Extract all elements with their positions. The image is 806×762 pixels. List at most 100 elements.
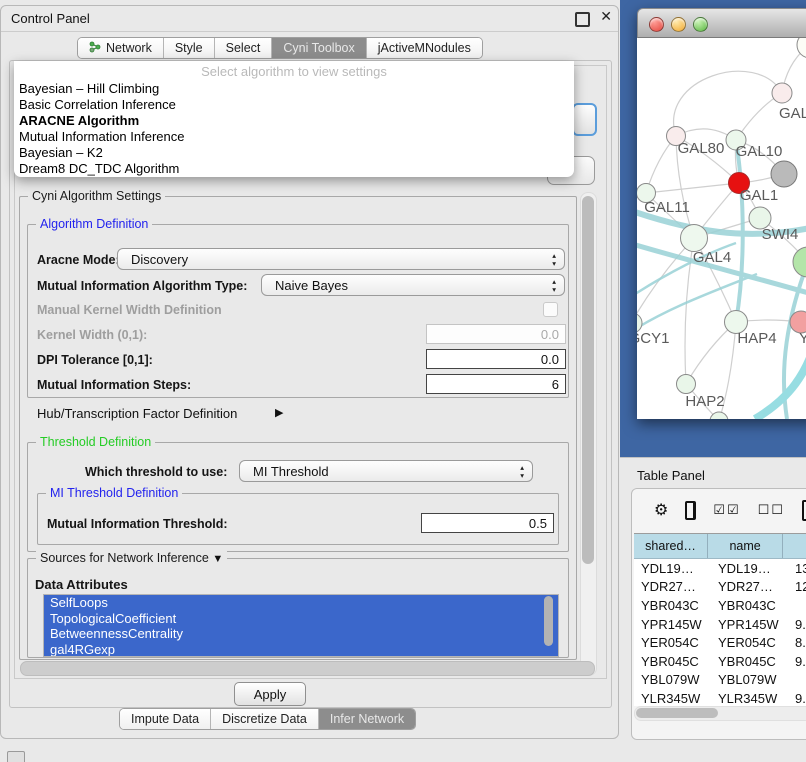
- table-cell[interactable]: YER054C: [711, 635, 789, 650]
- tab-discretize-data[interactable]: Discretize Data: [211, 709, 319, 729]
- table-hscrollbar-thumb[interactable]: [636, 708, 718, 718]
- table-cell[interactable]: YBR043C: [634, 598, 711, 613]
- minimized-panel-icon[interactable]: [7, 751, 25, 762]
- dpi-tolerance-field[interactable]: [426, 349, 566, 369]
- attribute-list-item[interactable]: BetweennessCentrality: [44, 626, 558, 642]
- manual-kernel-width-checkbox[interactable]: [543, 302, 558, 317]
- tab-impute-data[interactable]: Impute Data: [120, 709, 211, 729]
- close-traffic-light[interactable]: [649, 17, 664, 32]
- table-cell[interactable]: YLR345W: [711, 691, 789, 706]
- network-node[interactable]: [772, 83, 792, 103]
- tab-network[interactable]: Network: [78, 38, 164, 58]
- group-title: Threshold Definition: [36, 435, 155, 449]
- table-row[interactable]: YBR043CYBR043C: [634, 596, 806, 615]
- table-cell[interactable]: YLR345W: [634, 691, 711, 706]
- data-attributes-label: Data Attributes: [35, 577, 128, 592]
- network-node[interactable]: [710, 412, 728, 419]
- attribute-list-scrollbar-thumb[interactable]: [544, 596, 553, 646]
- column-header[interactable]: [783, 534, 806, 558]
- attribute-list-item[interactable]: gal4RGexp: [44, 642, 558, 658]
- zoom-traffic-light[interactable]: [693, 17, 708, 32]
- mi-steps-field[interactable]: [426, 374, 566, 394]
- algorithm-list: Bayesian – Hill ClimbingBasic Correlatio…: [18, 81, 570, 177]
- table-cell[interactable]: YDL19…: [711, 561, 789, 576]
- collapse-arrow-icon[interactable]: ▼: [212, 553, 223, 565]
- network-window-titlebar[interactable]: [637, 8, 806, 38]
- column-header[interactable]: name: [708, 534, 783, 558]
- group-title: Sources for Network Inference ▼: [36, 551, 227, 565]
- table-cell[interactable]: 9.: [789, 617, 806, 632]
- minimize-traffic-light[interactable]: [671, 17, 686, 32]
- tab-label: Style: [175, 41, 203, 55]
- table-row[interactable]: YDL19…YDL19…13: [634, 559, 806, 578]
- table-row[interactable]: YPR145WYPR145W9.: [634, 615, 806, 634]
- tab-cyni-toolbox[interactable]: Cyni Toolbox: [272, 38, 366, 58]
- document-icon[interactable]: [802, 500, 806, 521]
- table-cell[interactable]: YDR27…: [711, 579, 789, 594]
- apply-button-label: Apply: [254, 687, 287, 702]
- network-node[interactable]: [771, 161, 797, 187]
- table-row[interactable]: YDR27…YDR27…12: [634, 578, 806, 597]
- table-cell[interactable]: 9.: [789, 654, 806, 669]
- hub-definition-label[interactable]: Hub/Transcription Factor Definition: [37, 406, 237, 421]
- table-row[interactable]: YLR345WYLR345W9.: [634, 689, 806, 706]
- table-cell[interactable]: 12: [789, 579, 806, 594]
- network-node[interactable]: [681, 225, 708, 252]
- split-columns-icon[interactable]: [685, 501, 696, 520]
- algorithm-option[interactable]: Dream8 DC_TDC Algorithm: [18, 161, 570, 177]
- table-cell[interactable]: YER054C: [634, 635, 711, 650]
- close-icon[interactable]: ✕: [600, 8, 612, 25]
- table-cell[interactable]: 13: [789, 561, 806, 576]
- node-label: Y: [799, 330, 806, 347]
- attribute-list-item[interactable]: SelfLoops: [44, 595, 558, 611]
- table-cell[interactable]: YDR27…: [634, 579, 711, 594]
- tab-select[interactable]: Select: [215, 38, 273, 58]
- mi-threshold-field[interactable]: [421, 513, 554, 533]
- algorithm-combo-button[interactable]: [572, 103, 597, 136]
- table-cell[interactable]: YBR045C: [711, 654, 789, 669]
- table-cell[interactable]: YPR145W: [634, 617, 711, 632]
- table-cell[interactable]: 9.: [789, 691, 806, 706]
- mi-algorithm-type-combo[interactable]: Naive Bayes ▴▾: [261, 274, 565, 296]
- float-window-icon[interactable]: [575, 12, 590, 27]
- algorithm-option[interactable]: Bayesian – K2: [18, 145, 570, 161]
- table-cell[interactable]: YPR145W: [711, 617, 789, 632]
- group-title: Algorithm Definition: [36, 217, 152, 231]
- tab-jactivemnodules[interactable]: jActiveMNodules: [367, 38, 482, 58]
- table-cell[interactable]: YBL079W: [711, 672, 789, 687]
- network-node[interactable]: [793, 247, 806, 277]
- attribute-list-item[interactable]: TopologicalCoefficient: [44, 611, 558, 627]
- gear-icon[interactable]: ⚙: [654, 500, 668, 520]
- table-cell[interactable]: YBR043C: [711, 598, 789, 613]
- table-cell[interactable]: YBR045C: [634, 654, 711, 669]
- kernel-width-field[interactable]: [426, 324, 566, 344]
- network-node[interactable]: [677, 375, 696, 394]
- control-panel-tabs: Network Style Select Cyni Toolbox jActiv…: [77, 37, 483, 59]
- algorithm-option[interactable]: Basic Correlation Inference: [18, 97, 570, 113]
- algorithm-option[interactable]: Bayesian – Hill Climbing: [18, 81, 570, 97]
- vertical-scrollbar-thumb[interactable]: [582, 196, 594, 564]
- table-cell[interactable]: YBL079W: [634, 672, 711, 687]
- column-header[interactable]: shared…: [634, 534, 708, 558]
- checked-columns-icon[interactable]: ☑☑: [713, 502, 740, 518]
- table-cell[interactable]: 8.: [789, 635, 806, 650]
- network-view-window[interactable]: GALGAL80GAL10GAL1GAL11SWI4GAL4GCY1HAP4YH…: [637, 8, 806, 419]
- which-threshold-combo[interactable]: MI Threshold ▴▾: [239, 460, 533, 482]
- table-row[interactable]: YER054CYER054C8.: [634, 633, 806, 652]
- expand-arrow-icon[interactable]: ▶: [275, 406, 283, 419]
- tab-label: Network: [106, 41, 152, 55]
- algorithm-option[interactable]: ARACNE Algorithm: [18, 113, 570, 129]
- data-attributes-list[interactable]: SelfLoopsTopologicalCoefficientBetweenne…: [43, 594, 559, 657]
- aracne-mode-combo[interactable]: Discovery ▴▾: [117, 248, 565, 270]
- cyni-mode-tabs: Impute Data Discretize Data Infer Networ…: [119, 708, 416, 730]
- table-row[interactable]: YBR045CYBR045C9.: [634, 652, 806, 671]
- tab-style[interactable]: Style: [164, 38, 215, 58]
- apply-button[interactable]: Apply: [234, 682, 306, 706]
- table-row[interactable]: YBL079WYBL079W: [634, 671, 806, 690]
- horizontal-scrollbar-thumb[interactable]: [20, 661, 595, 676]
- unchecked-columns-icon[interactable]: ☐☐: [758, 502, 785, 518]
- network-canvas[interactable]: GALGAL80GAL10GAL1GAL11SWI4GAL4GCY1HAP4YH…: [637, 38, 806, 419]
- tab-infer-network[interactable]: Infer Network: [319, 709, 415, 729]
- table-cell[interactable]: YDL19…: [634, 561, 711, 576]
- algorithm-option[interactable]: Mutual Information Inference: [18, 129, 570, 145]
